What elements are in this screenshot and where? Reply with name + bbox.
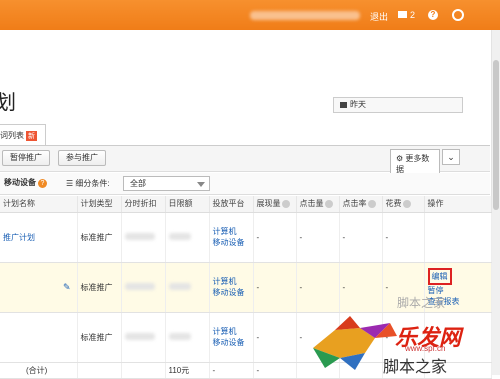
blurred-username [250,11,360,20]
sort-icon[interactable] [281,200,290,209]
sort-icon[interactable] [367,200,376,209]
mail-icon[interactable] [398,11,407,18]
col-cost[interactable]: 花费 [382,196,425,213]
mail-count: 2 [410,10,416,20]
col-platform: 投放平台 [209,196,254,213]
plan-type: 标准推广 [77,312,122,363]
plan-type: 标准推广 [77,262,122,313]
move-device-label: 移动设备 [4,178,36,187]
edit-link-highlight: 编辑 [427,267,452,285]
col-clicks-label: 点击量 [299,199,324,209]
col-cost-label: 花费 [385,199,402,209]
blurred-value [124,282,155,290]
chevron-down-icon[interactable]: ⌄ [442,149,460,165]
segment-select[interactable]: 全部 [123,176,210,191]
page-title: 划 [0,92,16,114]
col-impressions[interactable]: 展现量 [253,196,297,213]
platform-computer[interactable]: 计算机 [213,327,237,336]
join-promotion-button[interactable]: 参与推广 [58,150,106,166]
platform-mobile[interactable]: 移动设备 [213,288,245,297]
watermark-url: www.spf.cn [405,344,446,353]
blurred-value [168,332,191,340]
scrollbar-thumb[interactable] [493,60,499,210]
new-badge: 新 [26,131,37,141]
col-plan-name[interactable]: 计划名称 [0,196,78,213]
watermark-site-top: 脚本之家 [397,296,446,310]
col-ctr[interactable]: 点击率 [339,196,383,213]
blurred-value [168,232,191,240]
filter-toolbar: 移动设备? ☰ 细分条件: 全部 [0,173,490,195]
platform-mobile[interactable]: 移动设备 [213,238,245,247]
date-range-label: 昨天 [350,100,366,109]
impressions-value: - [253,262,297,313]
total-budget: 110元 [165,362,210,379]
total-label: (合计) [0,362,78,379]
cost-value: - [382,212,425,263]
sort-icon[interactable] [324,200,333,209]
edit-link[interactable]: 编辑 [432,272,448,281]
blurred-value [168,282,191,290]
col-actions: 操作 [424,196,492,213]
sort-icon[interactable] [402,200,411,209]
move-device-filter[interactable]: 移动设备? [4,177,47,188]
tab-keyword-list[interactable]: 词列表新 [0,124,46,146]
pencil-icon[interactable]: ✎ [63,282,71,293]
dropdown-arrow-icon [197,182,205,187]
total-dash: - [253,362,297,379]
date-range-button[interactable]: 昨天 [333,97,463,113]
table-header-row: 计划名称 计划类型 分时折扣 日限额 投放平台 展现量 点击量 点击率 花费 操… [0,196,492,213]
col-clicks[interactable]: 点击量 [296,196,340,213]
logout-link[interactable]: 退出 [370,10,388,23]
impressions-value: - [253,212,297,263]
ctr-value: - [339,212,383,263]
col-daily-budget: 日限额 [165,196,210,213]
plan-type: 标准推广 [77,212,122,263]
watermark-site: 脚本之家 [383,357,448,376]
platform-computer[interactable]: 计算机 [213,277,237,286]
help-icon[interactable]: ? [428,10,438,20]
blurred-value [124,232,155,240]
col-impressions-label: 展现量 [256,199,281,209]
more-data-label-1: 更多数 [405,154,430,163]
plan-name-link[interactable]: 推广计划 [3,233,35,242]
top-navigation-bar: 退出 2 ? [0,0,500,30]
segment-label-text: 细分条件: [75,179,110,188]
col-plan-type: 计划类型 [77,196,122,213]
platform-computer[interactable]: 计算机 [213,227,237,236]
tab-label: 词列表 [0,131,24,140]
question-icon[interactable]: ? [38,179,47,188]
blurred-value [124,332,155,340]
list-icon: ☰ [66,179,74,188]
platform-mobile[interactable]: 移动设备 [213,338,245,347]
clicks-value: - [296,212,340,263]
pause-promotion-button[interactable]: 暂停推广 [2,150,50,166]
ctr-value: - [339,262,383,313]
power-icon[interactable] [452,9,464,21]
clicks-value: - [296,262,340,313]
segment-select-value: 全部 [130,179,146,188]
col-ctr-label: 点击率 [342,199,367,209]
logo-shape [335,316,360,330]
calendar-icon [340,101,347,108]
table-row: 推广计划 标准推广 计算机移动设备 - - - - [0,212,492,263]
total-dash: - [209,362,254,379]
segment-label: ☰ 细分条件: [66,178,110,189]
gear-icon: ⚙ [396,154,404,163]
col-time-discount: 分时折扣 [121,196,166,213]
impressions-value: - [253,312,297,363]
